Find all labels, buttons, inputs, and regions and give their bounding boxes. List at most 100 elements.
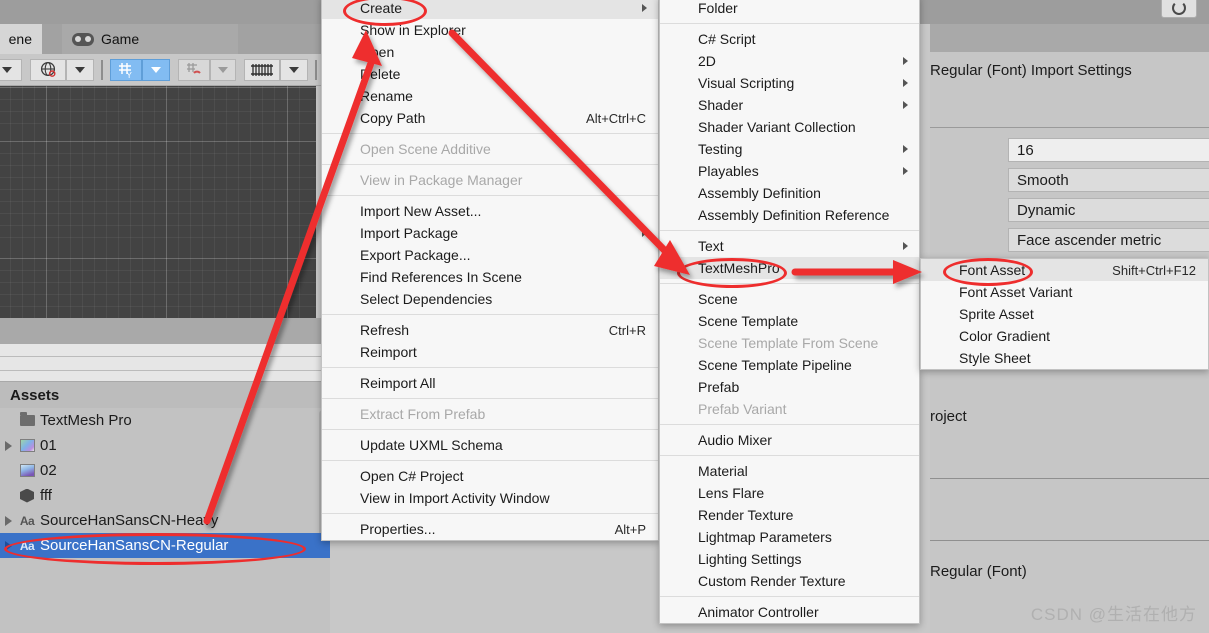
list-item[interactable]: fff xyxy=(0,483,330,508)
menu-item-material[interactable]: Material xyxy=(660,460,919,482)
menu-item-font-asset[interactable]: Font Asset Shift+Ctrl+F12 xyxy=(921,259,1208,281)
menu-divider xyxy=(660,424,919,425)
list-item[interactable]: TextMesh Pro xyxy=(0,408,330,433)
rendering-mode-field[interactable]: Smooth xyxy=(1008,168,1209,192)
chevron-right-icon xyxy=(903,57,908,65)
menu-label: Shader xyxy=(698,97,744,113)
menu-label: Scene Template From Scene xyxy=(698,335,879,351)
menu-item-view-in-import-activity-window[interactable]: View in Import Activity Window xyxy=(322,487,658,509)
magnet-snap-dropdown[interactable] xyxy=(210,58,236,81)
menu-item-lighting-settings[interactable]: Lighting Settings xyxy=(660,548,919,570)
create-submenu[interactable]: Folder C# Script 2D Visual Scripting Sha… xyxy=(659,0,920,624)
menu-item-scene-template[interactable]: Scene Template xyxy=(660,310,919,332)
menu-shortcut: Ctrl+R xyxy=(608,322,646,338)
tab-scene-label: ene xyxy=(8,31,32,47)
menu-divider xyxy=(322,164,658,165)
foldout-toggle[interactable] xyxy=(0,540,16,551)
inspector-title: Regular (Font) Import Settings xyxy=(930,61,1132,79)
ascent-calculation-mode-field[interactable]: Face ascender metric xyxy=(1008,228,1209,252)
menu-item-assembly-definition[interactable]: Assembly Definition xyxy=(660,182,919,204)
menu-item-prefab[interactable]: Prefab xyxy=(660,376,919,398)
menu-label: Open xyxy=(360,44,395,60)
menu-item-folder[interactable]: Folder xyxy=(660,0,919,19)
menu-item-font-asset-variant[interactable]: Font Asset Variant xyxy=(921,281,1208,303)
menu-divider xyxy=(322,367,658,368)
menu-item-import-package[interactable]: Import Package xyxy=(322,222,658,244)
scene-toolbar: Y xyxy=(0,54,330,86)
scene-visibility-dropdown[interactable] xyxy=(280,58,308,81)
magnet-snap-toggle[interactable] xyxy=(178,58,210,81)
menu-item-show-in-explorer[interactable]: Show in Explorer xyxy=(322,19,658,41)
menu-item-find-references-in-scene[interactable]: Find References In Scene xyxy=(322,266,658,288)
menu-item-copy-path[interactable]: Copy Path Alt+Ctrl+C xyxy=(322,107,658,129)
list-item[interactable]: 01 xyxy=(0,433,330,458)
menu-item-open-csharp-project[interactable]: Open C# Project xyxy=(322,465,658,487)
menu-item-export-package[interactable]: Export Package... xyxy=(322,244,658,266)
chevron-down-icon xyxy=(151,66,161,73)
menu-item-playables[interactable]: Playables xyxy=(660,160,919,182)
menu-item-textmeshpro[interactable]: TextMeshPro xyxy=(660,257,919,279)
menu-item-update-uxml-schema[interactable]: Update UXML Schema xyxy=(322,434,658,456)
menu-item-animator-controller[interactable]: Animator Controller xyxy=(660,601,919,623)
list-item[interactable]: 02 xyxy=(0,458,330,483)
menu-item-style-sheet[interactable]: Style Sheet xyxy=(921,347,1208,369)
chevron-right-icon xyxy=(903,145,908,153)
menu-item-color-gradient[interactable]: Color Gradient xyxy=(921,325,1208,347)
menu-item-create[interactable]: Create xyxy=(322,0,658,19)
menu-item-render-texture[interactable]: Render Texture xyxy=(660,504,919,526)
menu-item-reimport[interactable]: Reimport xyxy=(322,341,658,363)
menu-label: 2D xyxy=(698,53,716,69)
font-size-field[interactable]: 16 xyxy=(1008,138,1209,162)
assets-root-label: Assets xyxy=(0,382,330,408)
list-item[interactable]: Aa SourceHanSansCN-Heavy xyxy=(0,508,330,533)
menu-item-2d[interactable]: 2D xyxy=(660,50,919,72)
foldout-toggle[interactable] xyxy=(0,515,16,526)
menu-label: Reimport All xyxy=(360,375,436,391)
scene-visibility-toggle[interactable] xyxy=(244,58,280,81)
asset-context-menu[interactable]: Create Show in Explorer Open Delete Rena… xyxy=(321,0,659,541)
menu-item-rename[interactable]: Rename xyxy=(322,85,658,107)
menu-item-select-dependencies[interactable]: Select Dependencies xyxy=(322,288,658,310)
menu-item-csharp-script[interactable]: C# Script xyxy=(660,28,919,50)
tab-game[interactable]: Game xyxy=(62,24,238,54)
menu-item-assembly-definition-reference[interactable]: Assembly Definition Reference xyxy=(660,204,919,226)
menu-item-properties[interactable]: Properties... Alt+P xyxy=(322,518,658,540)
foldout-toggle[interactable] xyxy=(0,440,16,451)
font-style-field[interactable]: Dynamic xyxy=(1008,198,1209,222)
menu-item-refresh[interactable]: Refresh Ctrl+R xyxy=(322,319,658,341)
menu-divider xyxy=(322,195,658,196)
menu-item-reimport-all[interactable]: Reimport All xyxy=(322,372,658,394)
menu-item-import-new-asset[interactable]: Import New Asset... xyxy=(322,200,658,222)
lock-button[interactable] xyxy=(1161,0,1197,18)
menu-item-scene[interactable]: Scene xyxy=(660,288,919,310)
menu-item-sprite-asset[interactable]: Sprite Asset xyxy=(921,303,1208,325)
textmeshpro-submenu[interactable]: Font Asset Shift+Ctrl+F12 Font Asset Var… xyxy=(920,258,1209,370)
menu-label: View in Package Manager xyxy=(360,172,523,188)
project-toolbar xyxy=(0,344,330,382)
menu-label: Prefab Variant xyxy=(698,401,787,417)
menu-item-shader[interactable]: Shader xyxy=(660,94,919,116)
grid-snap-dropdown[interactable] xyxy=(142,58,170,81)
pivot-dropdown[interactable] xyxy=(0,58,22,81)
menu-item-text[interactable]: Text xyxy=(660,235,919,257)
menu-item-lens-flare[interactable]: Lens Flare xyxy=(660,482,919,504)
menu-item-custom-render-texture[interactable]: Custom Render Texture xyxy=(660,570,919,592)
menu-item-testing[interactable]: Testing xyxy=(660,138,919,160)
menu-item-open[interactable]: Open xyxy=(322,41,658,63)
menu-item-lightmap-parameters[interactable]: Lightmap Parameters xyxy=(660,526,919,548)
global-handle-dropdown[interactable] xyxy=(66,58,94,81)
list-item-selected[interactable]: Aa SourceHanSansCN-Regular xyxy=(0,533,330,558)
grid-axis-icon: Y xyxy=(119,62,133,79)
menu-label: Color Gradient xyxy=(959,328,1051,344)
global-handle-toggle[interactable] xyxy=(30,58,66,81)
menu-item-shader-variant-collection[interactable]: Shader Variant Collection xyxy=(660,116,919,138)
menu-item-delete[interactable]: Delete xyxy=(322,63,658,85)
menu-item-scene-template-pipeline[interactable]: Scene Template Pipeline xyxy=(660,354,919,376)
menu-label: Lightmap Parameters xyxy=(698,529,832,545)
chevron-right-icon xyxy=(642,229,647,237)
scene-viewport[interactable] xyxy=(0,86,316,318)
menu-item-audio-mixer[interactable]: Audio Mixer xyxy=(660,429,919,451)
menu-item-visual-scripting[interactable]: Visual Scripting xyxy=(660,72,919,94)
grid-snap-toggle[interactable]: Y xyxy=(110,58,142,81)
tab-scene[interactable]: ene xyxy=(0,24,42,54)
